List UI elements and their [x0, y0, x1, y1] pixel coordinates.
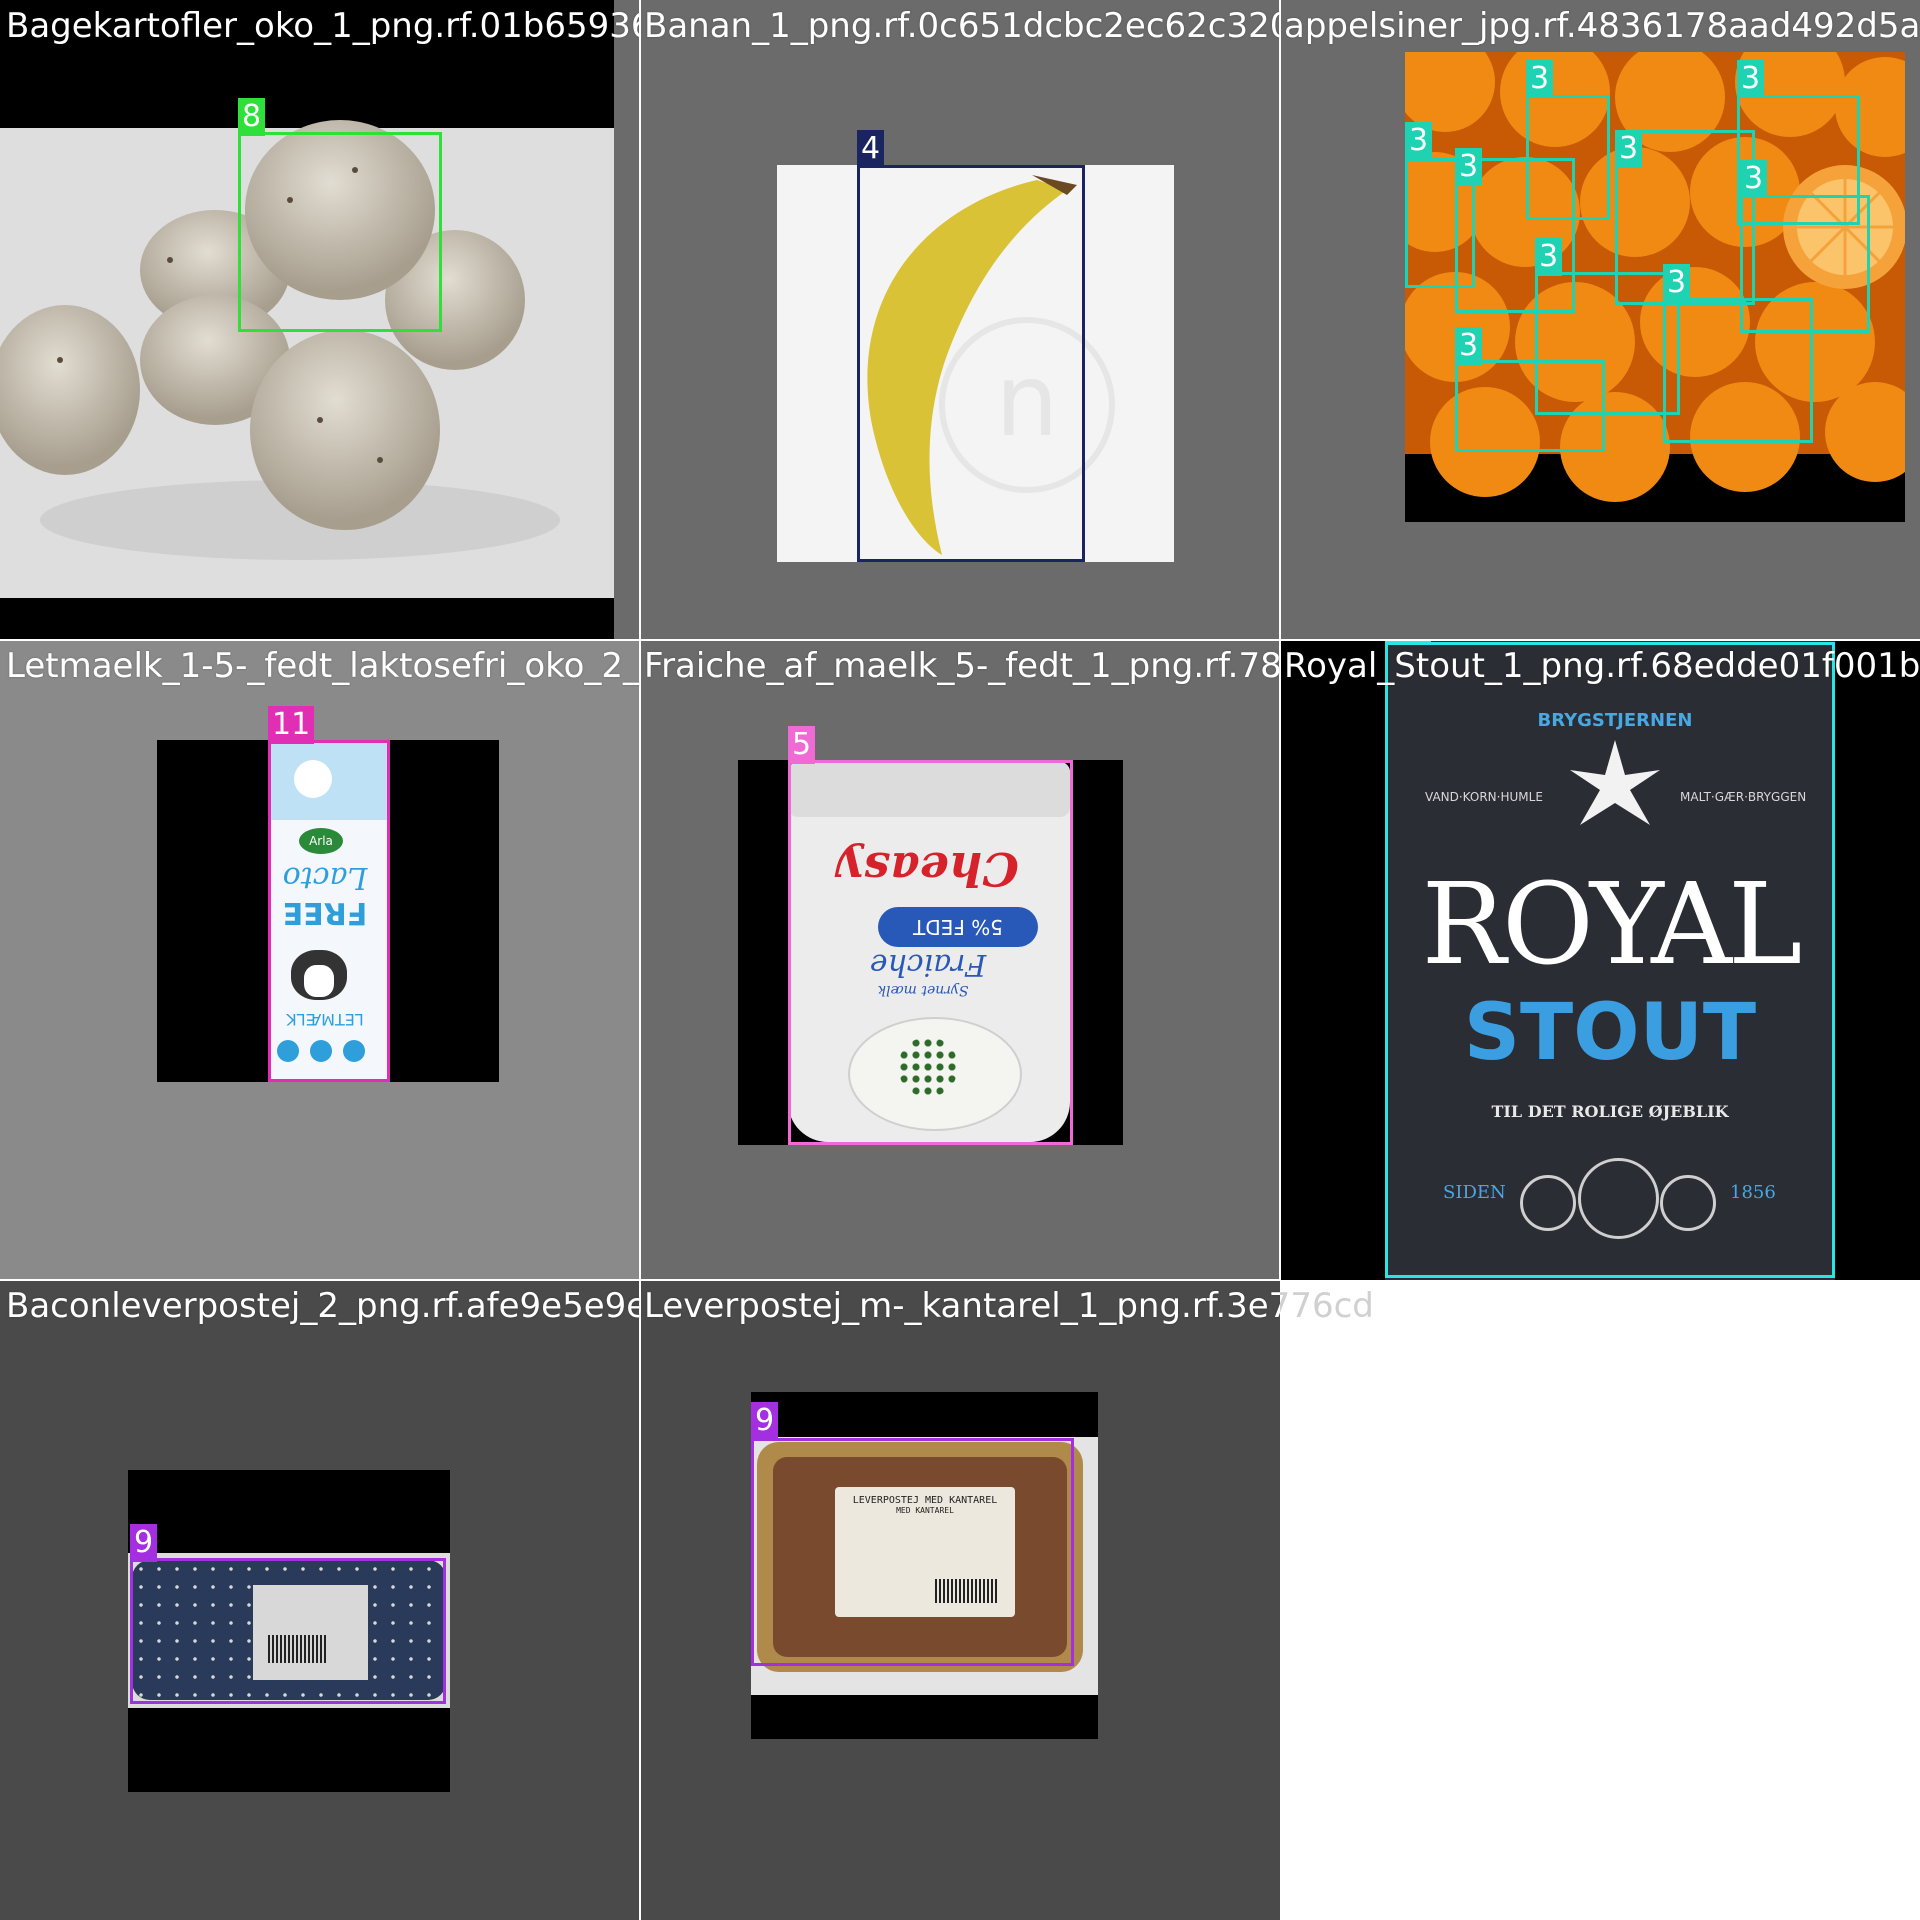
tile-milk: Arla Lacto FREE LETMÆLK 11 Letmaelk_1-5-… — [0, 640, 640, 1280]
grid-divider — [639, 0, 641, 1920]
tile-kantarel-leverpostej: LEVERPOSTEJ MED KANTAREL MED KANTAREL 9 … — [640, 1280, 1280, 1920]
bbox-leverpostej — [751, 1438, 1074, 1666]
bbox-leverpostej — [130, 1558, 446, 1704]
bbox-banana — [857, 165, 1085, 562]
bbox-label: 3 — [1615, 130, 1643, 168]
bbox-label: 8 — [238, 98, 266, 136]
overflow-title-fade: Leverpostej_m-_kantarel_1_png.rf.3e776cd — [1280, 1284, 1400, 1328]
tile-filename: Leverpostej_m-_kantarel_1_png.rf.3e776cd — [644, 1286, 1280, 1326]
bbox-label: 3 — [1737, 60, 1765, 98]
tile-stout: BRYGSTJERNEN VAND·KORN·HUMLE MALT·GÆR·BR… — [1280, 640, 1920, 1280]
bbox-stout — [1385, 642, 1835, 1278]
bbox-label: 5 — [788, 726, 816, 764]
bbox-label: 9 — [130, 1524, 158, 1562]
bbox-label: 3 — [1455, 327, 1483, 365]
tile-bacon-leverpostej: 9 Baconleverpostej_2_png.rf.afe9e5e9e08a… — [0, 1280, 640, 1920]
tile-filename: Baconleverpostej_2_png.rf.afe9e5e9e08a86 — [6, 1286, 640, 1326]
grid-divider — [0, 1279, 1280, 1281]
bbox-label: 4 — [857, 130, 885, 168]
bbox-fraiche — [788, 760, 1073, 1145]
tile-filename: Fraiche_af_maelk_5-_fedt_1_png.rf.789026 — [644, 646, 1280, 686]
bbox-milk — [268, 740, 390, 1082]
bbox-label: 3 — [1535, 238, 1563, 276]
tile-filename: Letmaelk_1-5-_fedt_laktosefri_oko_2_png — [6, 646, 640, 686]
bbox-orange — [1663, 298, 1813, 443]
bbox-label: 3 — [1455, 148, 1483, 186]
tile-potatoes: Bagekartofler_oko_1_png.rf.01b65936f7fc5… — [0, 0, 640, 640]
bbox-label: 11 — [268, 706, 315, 744]
bbox-label: 9 — [751, 1402, 779, 1440]
tile-filename: Bagekartofler_oko_1_png.rf.01b65936f7fc5… — [6, 6, 640, 46]
tile-banana: n 4 Banan_1_png.rf.0c651dcbc2ec62c320a23… — [640, 0, 1280, 640]
bbox-orange — [1455, 360, 1605, 452]
bbox-label: 3 — [1526, 60, 1554, 98]
empty-cell — [1280, 1280, 1920, 1920]
bbox-label: 3 — [1740, 160, 1768, 198]
bbox-label: 3 — [1663, 264, 1691, 302]
tile-filename: appelsiner_jpg.rf.4836178aad492d5ab — [1284, 6, 1920, 46]
grid-divider — [0, 639, 1920, 641]
tile-filename: Banan_1_png.rf.0c651dcbc2ec62c320a23a0af… — [644, 6, 1280, 46]
bbox-potato — [238, 132, 442, 332]
tile-filename: Royal_Stout_1_png.rf.68edde01f001b — [1284, 646, 1920, 686]
tile-fraiche: Cheasy 5% FEDT Fraiche Syrnet mælk 5 Fra… — [640, 640, 1280, 1280]
tile-filename-overflow: Leverpostej_m-_kantarel_1_png.rf.3e776cd — [1280, 1286, 1374, 1326]
bbox-label: 3 — [1405, 122, 1433, 160]
tile-oranges: appelsiner_jpg.rf.4836178aad492d5ab 3 3 … — [1280, 0, 1920, 640]
